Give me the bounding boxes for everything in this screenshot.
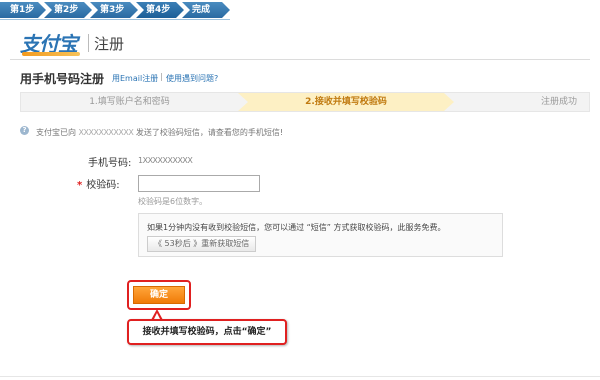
alipay-logo[interactable]: 支付宝 [20, 28, 80, 57]
registration-method-title: 用手机号码注册 [20, 72, 105, 86]
progress-step-2: 2.接收并填写校验码 [305, 97, 387, 107]
progress-step-3: 注册成功 [540, 97, 577, 107]
phone-label: 手机号码: [88, 158, 132, 169]
notice-suffix: 发送了校验码短信，请查看您的手机短信! [135, 128, 284, 137]
registration-progress: 1.填写账户名和密码 2.接收并填写校验码 注册成功 [20, 92, 590, 112]
code-hint: 校验码是6位数字。 [138, 197, 208, 206]
page-title: 注册 [94, 35, 125, 53]
verification-code-input[interactable] [138, 175, 260, 192]
phone-value: 1XXXXXXXXXX [138, 156, 193, 165]
sms-sent-notice: 支付宝已向 XXXXXXXXXXX 发送了校验码短信，请查看您的手机短信! [36, 127, 283, 138]
progress-step-1: 1.填写账户名和密码 [89, 97, 170, 107]
instruction-callout: 接收并填写校验码，点击“确定” [127, 319, 287, 345]
logo-swoosh [22, 52, 80, 56]
resend-sms-button[interactable]: 《 53秒后 》重新获取短信 [147, 236, 257, 252]
notice-prefix: 支付宝已向 [36, 128, 76, 137]
header-divider [88, 34, 89, 52]
link-separator: | [160, 72, 163, 81]
page-bottom-border [0, 376, 600, 377]
stepbar-underline [0, 19, 230, 20]
step-complete: 完成 [182, 2, 230, 18]
confirm-button[interactable]: 确定 [133, 286, 185, 304]
step-2: 第2步 [44, 2, 92, 18]
step-1: 第1步 [0, 2, 46, 18]
site-header: 支付宝 注册 [0, 22, 600, 62]
masked-phone: XXXXXXXXXXX [78, 128, 134, 137]
required-mark: * [77, 180, 83, 191]
info-icon: ? [20, 126, 29, 135]
help-link[interactable]: 使用遇到问题? [166, 73, 218, 84]
email-register-link[interactable]: 用Email注册 [112, 73, 158, 84]
resend-info-text: 如果1分钟内没有收到校验短信，您可以通过 “短信” 方式获取校验码，此服务免费。 [147, 223, 446, 232]
code-label: 校验码: [86, 180, 120, 191]
confirm-highlight: 确定 [127, 280, 191, 310]
code-label-row: * 校验码: [77, 176, 120, 191]
step-breadcrumb: 第1步 第2步 第3步 第4步 完成 [0, 0, 600, 20]
step-3: 第3步 [90, 2, 138, 18]
header-separator [10, 59, 590, 60]
resend-info-box: 如果1分钟内没有收到校验短信，您可以通过 “短信” 方式获取校验码，此服务免费。… [138, 213, 503, 257]
step-4-current: 第4步 [136, 2, 184, 18]
